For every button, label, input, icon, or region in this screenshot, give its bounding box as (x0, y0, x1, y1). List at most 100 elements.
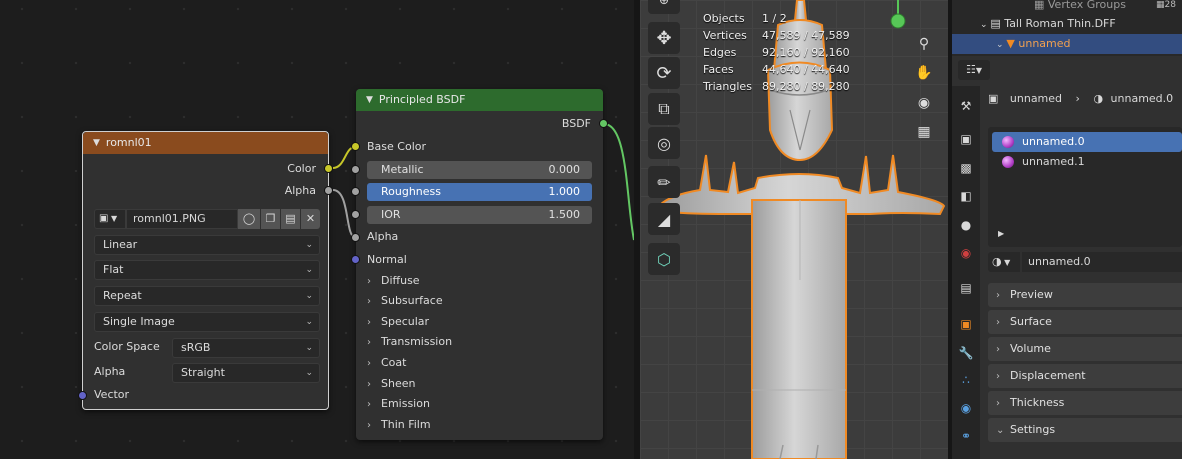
tab-output[interactable]: ▩ (956, 158, 976, 178)
unlink-image-button[interactable]: ✕ (301, 209, 320, 229)
image-node-header[interactable]: ▼ romnl01 (83, 132, 328, 154)
tool-rotate[interactable]: ⟳ (648, 57, 680, 89)
material-slot-1[interactable]: unnamed.1 (992, 152, 1182, 172)
properties-header: ☷▼ (952, 58, 1182, 84)
collapse-chevron-icon[interactable]: ▼ (366, 89, 373, 111)
subpanel-emission[interactable]: › Emission (367, 397, 430, 410)
tool-select[interactable]: ⊕ (648, 0, 680, 14)
tool-transform[interactable]: ◎ (648, 127, 680, 159)
source-dropdown[interactable]: Single Image ⌄ (94, 312, 320, 332)
chevron-right-icon: › (996, 371, 1000, 382)
outliner[interactable]: ▦ Vertex Groups ▦28 ⌄ ▤ Tall Roman Thin.… (952, 0, 1182, 56)
subpanel-thin-film[interactable]: › Thin Film (367, 418, 431, 431)
panel-label: Volume (1010, 342, 1051, 355)
output-color-socket[interactable] (324, 164, 333, 173)
chevron-down-icon: ⌄ (305, 265, 313, 275)
tab-collection[interactable]: ▤ (956, 278, 976, 298)
zoom-button[interactable]: ⚲ (912, 32, 936, 56)
breadcrumb-material: unnamed.0 (1110, 92, 1174, 105)
subpanel-diffuse[interactable]: › Diffuse (367, 274, 420, 287)
image-selector-row: ▣ ▼ romnl01.PNG ◯ ❐ ▤ ✕ (94, 209, 320, 229)
output-icon: ▩ (960, 161, 972, 175)
ior-slider[interactable]: IOR 1.500 (367, 206, 592, 224)
3d-viewport[interactable]: Objects 1 / 2 Vertices 47,589 / 47,589 E… (640, 0, 948, 459)
tab-physics[interactable]: ◉ (956, 398, 976, 418)
metallic-slider[interactable]: Metallic 0.000 (367, 161, 592, 179)
tool-move[interactable]: ✥ (648, 22, 680, 54)
input-metallic-socket[interactable] (351, 165, 360, 174)
panel-preview[interactable]: › Preview (988, 283, 1182, 307)
duplicate-image-button[interactable]: ❐ (261, 209, 280, 229)
subpanel-specular[interactable]: › Specular (367, 315, 429, 328)
tab-tool[interactable]: ⚒ (956, 96, 976, 116)
panel-displacement[interactable]: › Displacement (988, 364, 1182, 388)
image-browse-button[interactable]: ▣ ▼ (94, 209, 126, 229)
tab-constraints[interactable]: ⚭ (956, 426, 976, 446)
tool-measure[interactable]: ◢ (648, 203, 680, 235)
image-texture-node[interactable]: ▼ romnl01 Color Alpha ▣ ▼ romnl01.PNG ◯ … (78, 131, 333, 410)
color-space-label: Color Space (94, 340, 160, 353)
output-alpha-socket[interactable] (324, 186, 333, 195)
constraints-icon: ⚭ (960, 429, 972, 443)
panel-volume[interactable]: › Volume (988, 337, 1182, 361)
tool-add-cube[interactable]: ⬡ (648, 243, 680, 275)
subpanel-subsurface[interactable]: › Subsurface (367, 294, 443, 307)
open-image-button[interactable]: ▤ (281, 209, 300, 229)
collapse-chevron-icon[interactable]: ▼ (93, 132, 100, 154)
tab-scene[interactable]: ● (956, 215, 976, 235)
projection-dropdown[interactable]: Flat ⌄ (94, 260, 320, 280)
fake-user-button[interactable]: ◯ (238, 209, 260, 229)
input-ior-socket[interactable] (351, 210, 360, 219)
tab-view-layer[interactable]: ◧ (956, 186, 976, 206)
principled-bsdf-node[interactable]: ▼ Principled BSDF BSDF Base Color Metall… (351, 89, 608, 440)
input-normal-socket[interactable] (351, 255, 360, 264)
outliner-row-mesh[interactable]: ⌄ ▼ unnamed (952, 34, 1182, 54)
extension-dropdown[interactable]: Repeat ⌄ (94, 286, 320, 306)
input-alpha-socket[interactable] (351, 233, 360, 242)
camera-view-button[interactable]: ◉ (912, 91, 936, 115)
panel-settings[interactable]: ⌄ Settings (988, 418, 1182, 442)
color-space-value: sRGB (181, 341, 211, 354)
stat-vertices-value: 47,589 / 47,589 (762, 29, 850, 42)
chevron-down-icon: ⌄ (996, 425, 1005, 436)
material-slot-0[interactable]: unnamed.0 (992, 132, 1182, 152)
editor-type-button[interactable]: ☷▼ (958, 60, 990, 80)
perspective-toggle-button[interactable]: ▦ (912, 120, 936, 144)
output-bsdf-socket[interactable] (599, 119, 608, 128)
tool-annotate[interactable]: ✏ (648, 166, 680, 198)
panel-thickness[interactable]: › Thickness (988, 391, 1182, 415)
stat-objects-value: 1 / 2 (762, 12, 787, 25)
color-space-dropdown[interactable]: sRGB ⌄ (172, 338, 320, 358)
chevron-down-icon: ⌄ (980, 20, 991, 30)
subpanel-transmission[interactable]: › Transmission (367, 335, 452, 348)
image-name-field[interactable]: romnl01.PNG (126, 209, 238, 229)
material-name-field[interactable]: unnamed.0 (1022, 252, 1182, 272)
tab-object[interactable]: ▣ (956, 314, 976, 334)
material-browse-button[interactable]: ◑ ▼ (988, 252, 1020, 272)
pan-button[interactable]: ✋ (912, 61, 936, 85)
chevron-right-icon: › (367, 317, 371, 328)
interpolation-dropdown[interactable]: Linear ⌄ (94, 235, 320, 255)
tab-particles[interactable]: ∴ (956, 370, 976, 390)
tool-scale[interactable]: ⧉ (648, 93, 680, 125)
tab-world[interactable]: ◉ (956, 243, 976, 263)
input-roughness-socket[interactable] (351, 187, 360, 196)
subpanel-sheen[interactable]: › Sheen (367, 377, 415, 390)
roughness-slider[interactable]: Roughness 1.000 (367, 183, 592, 201)
metallic-value: 0.000 (548, 163, 581, 176)
input-basecolor-socket[interactable] (351, 142, 360, 151)
list-expand-icon[interactable]: ▶ (998, 229, 1004, 238)
properties-tabs: ⚒ ▣ ▩ ◧ ● ◉ ▤ ▣ 🔧 ∴ ◉ ⚭ (952, 86, 980, 459)
roughness-value: 1.000 (548, 185, 581, 198)
panel-surface[interactable]: › Surface (988, 310, 1182, 334)
shader-node-editor[interactable]: ▼ romnl01 Color Alpha ▣ ▼ romnl01.PNG ◯ … (0, 0, 634, 459)
input-vector-socket[interactable] (78, 391, 87, 400)
outliner-row-object[interactable]: ⌄ ▤ Tall Roman Thin.DFF (952, 14, 1182, 34)
alpha-mode-dropdown[interactable]: Straight ⌄ (172, 363, 320, 383)
tab-render[interactable]: ▣ (956, 129, 976, 149)
stat-faces-value: 44,640 / 44,640 (762, 63, 850, 76)
bsdf-node-header[interactable]: ▼ Principled BSDF (356, 89, 603, 111)
subpanel-coat[interactable]: › Coat (367, 356, 406, 369)
outliner-row-vertex-groups[interactable]: ▦ Vertex Groups ▦28 (952, 0, 1182, 15)
tab-modifiers[interactable]: 🔧 (956, 343, 976, 363)
